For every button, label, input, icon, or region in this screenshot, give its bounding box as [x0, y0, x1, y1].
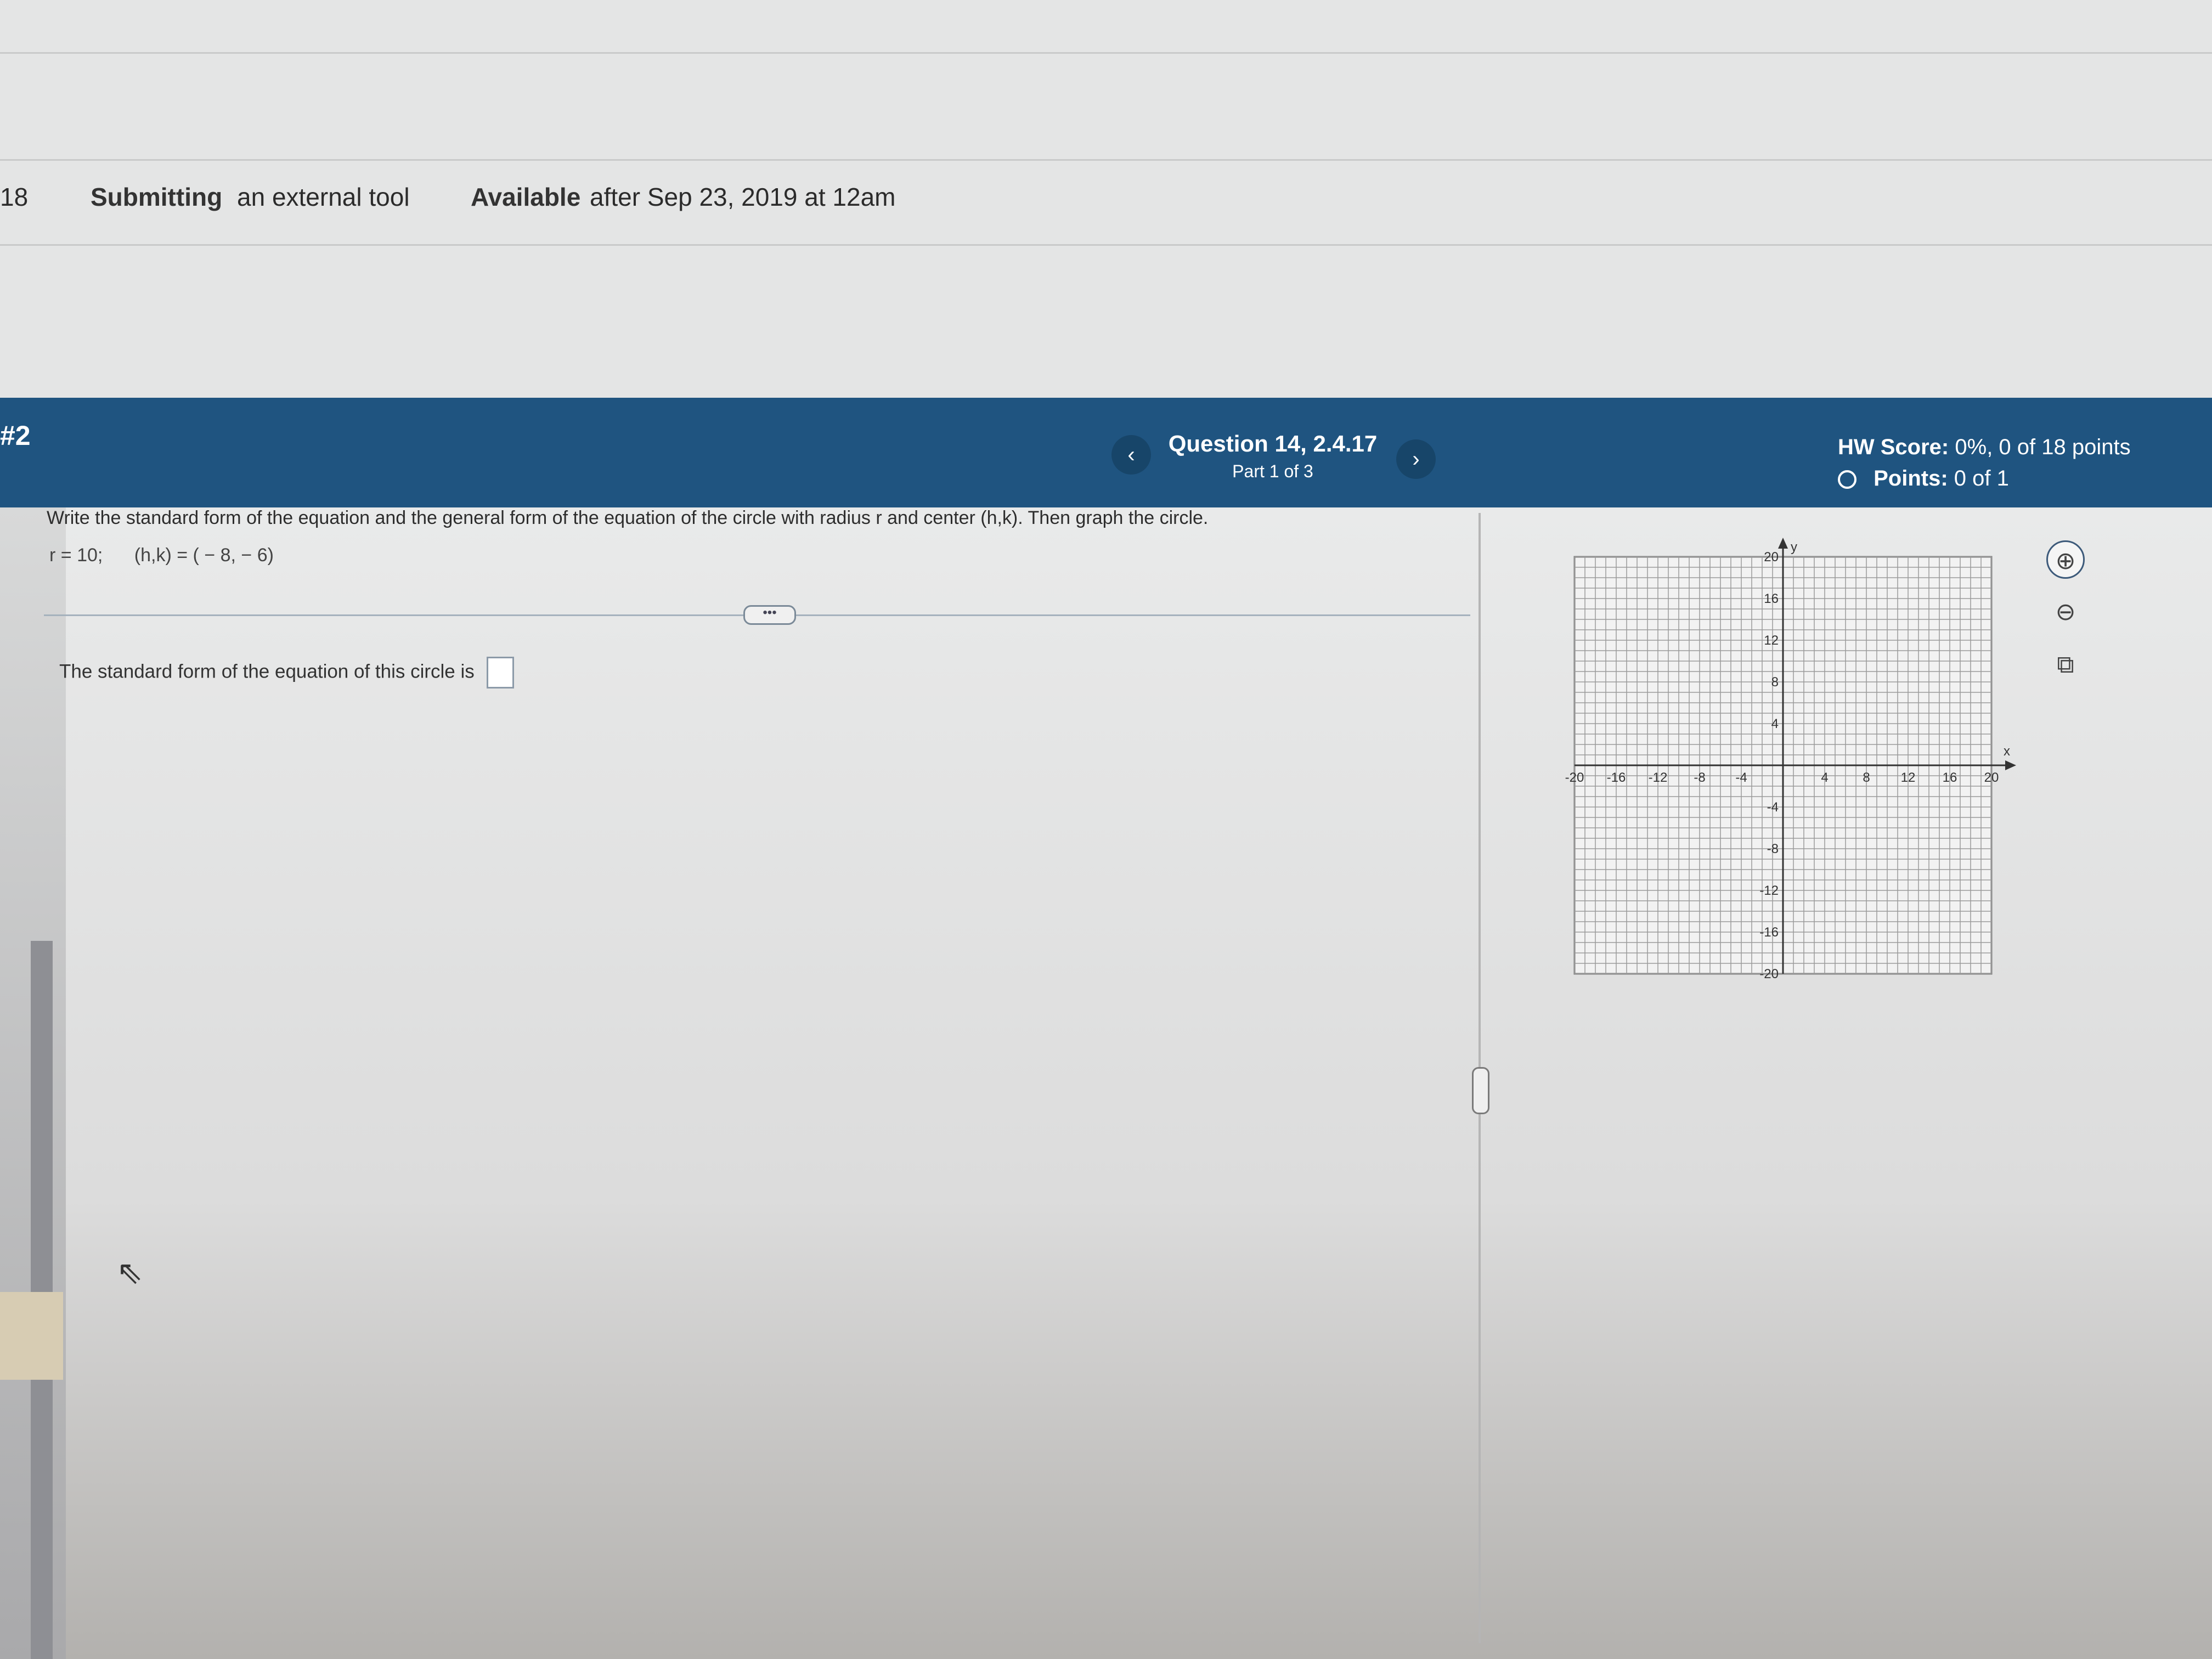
- hw-score-label: HW Score:: [1838, 435, 1949, 459]
- points-status-icon: [1838, 470, 1857, 489]
- x-tick-label: -8: [1694, 770, 1705, 785]
- y-tick-label: -20: [1759, 967, 1779, 981]
- x-tick-label: -4: [1735, 770, 1747, 785]
- x-tick-label: 16: [1943, 770, 1957, 785]
- lms-header-area: 18 Submitting an external tool Available…: [0, 0, 2212, 400]
- assignment-details: 18 Submitting an external tool Available…: [0, 174, 1646, 229]
- points-row: Points: 0 of 1: [1838, 466, 2131, 491]
- coordinate-grid[interactable]: x y -20 -16 -12 -8 -4 4 8 12 16 20 20 16 12 8 4 -4 -8 -12 -1…: [1558, 535, 2030, 985]
- points-label: Points:: [1874, 466, 1948, 490]
- previous-question-button[interactable]: ‹: [1111, 435, 1151, 475]
- mouse-cursor-icon: ⇖: [116, 1255, 143, 1290]
- question-prompt: Write the standard form of the equation …: [47, 507, 1209, 528]
- y-tick-label: -12: [1759, 883, 1779, 898]
- question-part: Part 1 of 3: [1232, 461, 1313, 481]
- points-count: 18: [0, 183, 29, 211]
- y-tick-label: 12: [1764, 633, 1779, 648]
- question-title: Question 14, 2.4.17: [1168, 431, 1378, 456]
- score-panel: HW Score: 0%, 0 of 18 points Points: 0 o…: [1838, 435, 2131, 498]
- divider: [0, 52, 2212, 54]
- graph-tools: ⊕ ⊖ ⧉: [2046, 540, 2090, 698]
- pane-resize-handle[interactable]: [1472, 1067, 1489, 1114]
- y-tick-label: -16: [1759, 925, 1779, 940]
- x-axis-arrow: [2005, 760, 2016, 770]
- y-tick-label: -8: [1767, 842, 1779, 856]
- points-value: 0 of 1: [1954, 466, 2009, 490]
- left-scroll-rail: [0, 507, 66, 1659]
- x-tick-label: 20: [1984, 770, 1999, 785]
- side-tab: [0, 1292, 63, 1380]
- center-value: (h,k) = ( − 8, − 6): [134, 545, 274, 566]
- popout-icon[interactable]: ⧉: [2046, 646, 2085, 684]
- answer-row: The standard form of the equation of thi…: [59, 657, 514, 689]
- question-banner: #2 ‹ Question 14, 2.4.17 Part 1 of 3 › H…: [0, 398, 2212, 507]
- y-axis-label: y: [1791, 540, 1797, 555]
- standard-form-input[interactable]: [486, 657, 514, 689]
- x-tick-label: -20: [1565, 770, 1584, 785]
- y-tick-label: -4: [1767, 800, 1779, 815]
- available-label: Available: [471, 183, 581, 211]
- submitting-label: Submitting: [91, 183, 223, 211]
- radius-value: r = 10;: [49, 545, 103, 566]
- next-question-button[interactable]: ›: [1396, 439, 1436, 479]
- x-tick-label: 8: [1863, 770, 1870, 785]
- assignment-number: #2: [0, 420, 31, 451]
- y-tick-label: 8: [1771, 675, 1779, 690]
- graph-panel[interactable]: x y -20 -16 -12 -8 -4 4 8 12 16 20 20 16 12 8 4 -4 -8 -12 -1…: [1558, 535, 2030, 985]
- y-tick-label: 16: [1764, 591, 1779, 606]
- available-value: after Sep 23, 2019 at 12am: [590, 183, 896, 211]
- y-axis-arrow: [1778, 538, 1788, 549]
- divider: [0, 244, 2212, 246]
- hw-score-value: 0%, 0 of 18 points: [1955, 435, 2131, 459]
- submitting-value: an external tool: [237, 183, 410, 211]
- question-content: Write the standard form of the equation …: [0, 507, 2212, 1659]
- zoom-in-icon[interactable]: ⊕: [2046, 540, 2085, 579]
- x-tick-label: -12: [1649, 770, 1668, 785]
- x-tick-label: 12: [1901, 770, 1916, 785]
- question-title-block: Question 14, 2.4.17 Part 1 of 3: [1147, 431, 1399, 482]
- x-tick-label: -16: [1607, 770, 1626, 785]
- divider: [0, 159, 2212, 161]
- y-tick-label: 4: [1771, 716, 1779, 731]
- zoom-out-icon[interactable]: ⊖: [2046, 593, 2085, 631]
- x-tick-label: 4: [1821, 770, 1828, 785]
- answer-prompt: The standard form of the equation of thi…: [59, 661, 475, 682]
- given-values: r = 10; (h,k) = ( − 8, − 6): [49, 545, 300, 566]
- hw-score: HW Score: 0%, 0 of 18 points: [1838, 435, 2131, 460]
- expand-question-button[interactable]: •••: [743, 605, 796, 625]
- x-axis-label: x: [2004, 744, 2010, 759]
- y-tick-label: 20: [1764, 550, 1779, 565]
